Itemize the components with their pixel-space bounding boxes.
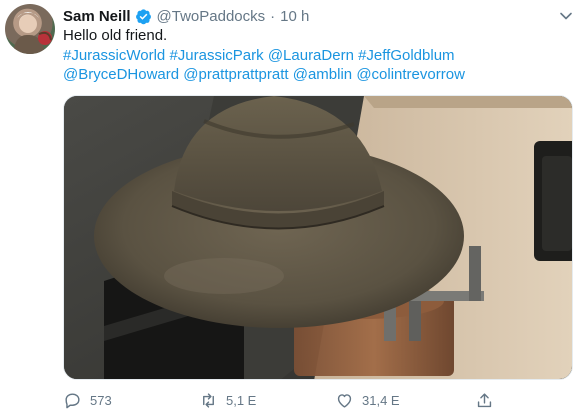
avatar[interactable] [5,4,55,54]
like-count: 31,4 E [362,392,400,408]
mention-link[interactable]: @LauraDern [268,47,354,64]
tweet-actions: 573 5,1 E 31,4 E [63,388,563,412]
like-button[interactable]: 31,4 E [335,391,471,410]
share-icon [477,392,492,407]
mention-link[interactable]: @amblin [293,66,352,83]
retweet-icon [203,392,214,408]
tweet-timestamp[interactable]: 10 h [280,8,309,25]
reply-icon [65,392,80,408]
tweet-text-line: Hello old friend. [63,27,168,44]
caret-down-icon[interactable] [558,8,574,24]
tweet-text: Hello old friend. #JurassicWorld #Jurass… [63,26,573,85]
share-button[interactable] [475,391,515,410]
separator-dot: · [270,7,276,25]
tweet-photo[interactable] [63,95,573,380]
hashtag-link[interactable]: #JurassicWorld [63,47,165,64]
verified-badge-icon [135,8,151,24]
tweet-header: Sam Neill @TwoPaddocks · 10 h [63,6,309,26]
retweet-count: 5,1 E [226,392,257,408]
hashtag-link[interactable]: #JurassicPark [169,47,263,64]
reply-button[interactable]: 573 [63,391,199,410]
retweet-button[interactable]: 5,1 E [199,391,335,410]
display-name[interactable]: Sam Neill [63,8,131,25]
tweet: Sam Neill @TwoPaddocks · 10 h Hello old … [0,0,586,416]
tweet-tags: #JurassicWorld #JurassicPark @LauraDern … [63,46,573,85]
mention-link[interactable]: @BryceDHoward [63,66,179,83]
hashtag-link[interactable]: #JeffGoldblum [358,47,454,64]
like-icon [337,393,352,408]
reply-count: 573 [90,392,112,408]
mention-link[interactable]: @prattprattpratt [183,66,288,83]
mention-link[interactable]: @colintrevorrow [356,66,465,83]
author-handle[interactable]: @TwoPaddocks [157,8,266,25]
